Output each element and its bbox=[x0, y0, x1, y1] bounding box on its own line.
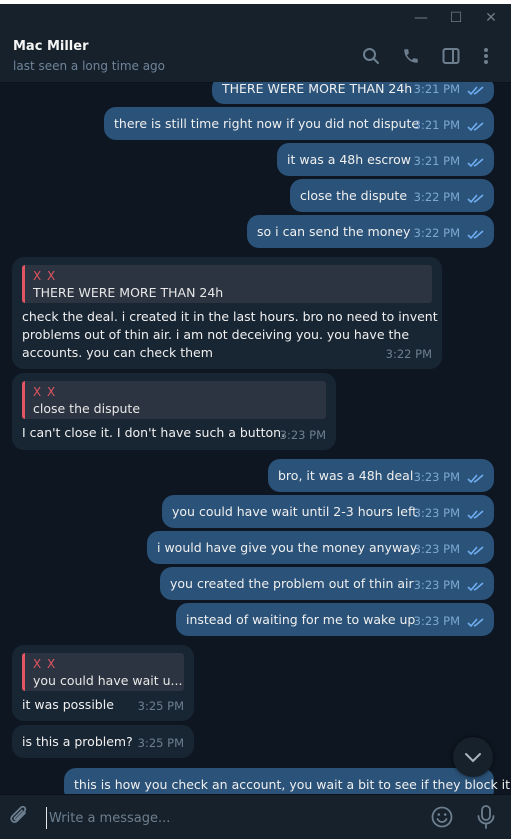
message-bubble[interactable]: so i can send the money 3:22 PM bbox=[247, 215, 494, 248]
microphone-icon[interactable] bbox=[475, 804, 497, 830]
reply-quote[interactable]: X X THERE WERE MORE THAN 24h bbox=[22, 265, 432, 303]
message-time: 3:23 PM bbox=[279, 428, 326, 442]
message-bubble[interactable]: you could have wait until 2-3 hours left… bbox=[162, 495, 494, 528]
message-text: I can't close it. I don't have such a bu… bbox=[22, 425, 286, 440]
reply-author: X X bbox=[33, 269, 57, 283]
message-text: it was a 48h escrow bbox=[287, 152, 411, 167]
message-composer bbox=[0, 794, 511, 839]
reply-quote[interactable]: X X close the dispute bbox=[22, 381, 326, 419]
message-bubble[interactable]: THERE WERE MORE THAN 24h 3:21 PM bbox=[212, 82, 494, 104]
message-list[interactable]: THERE WERE MORE THAN 24h 3:21 PM there i… bbox=[0, 82, 511, 794]
message-text: there is still time right now if you did… bbox=[114, 116, 420, 131]
scroll-to-bottom-button[interactable] bbox=[453, 737, 493, 777]
message-bubble[interactable]: close the dispute 3:22 PM bbox=[290, 179, 494, 212]
message-text: i would have give you the money anyway bbox=[157, 540, 418, 555]
message-bubble[interactable]: there is still time right now if you did… bbox=[104, 107, 494, 140]
message-text: you could have wait until 2-3 hours left bbox=[172, 504, 418, 519]
maximize-button[interactable]: ☐ bbox=[444, 7, 468, 29]
double-check-icon bbox=[467, 582, 484, 592]
message-bubble[interactable]: is this a problem? 3:25 PM bbox=[12, 725, 194, 758]
message-bubble[interactable]: X X close the dispute I can't close it. … bbox=[12, 373, 336, 450]
reply-text: close the dispute bbox=[33, 401, 141, 416]
contact-status: last seen a long time ago bbox=[13, 59, 166, 73]
emoji-icon[interactable] bbox=[430, 805, 454, 829]
message-text: is this a problem? bbox=[22, 734, 133, 749]
chevron-down-icon bbox=[465, 753, 481, 763]
message-text: bro, it was a 48h deal bbox=[278, 468, 414, 483]
double-check-icon bbox=[467, 194, 484, 204]
message-time: 3:25 PM bbox=[137, 736, 184, 750]
message-text: close the dispute bbox=[300, 188, 408, 203]
reply-author: X X bbox=[33, 385, 57, 399]
reply-quote[interactable]: X X you could have wait u... bbox=[22, 653, 184, 691]
message-time: 3:21 PM bbox=[413, 118, 460, 132]
message-time: 3:23 PM bbox=[413, 506, 460, 520]
chat-header: Mac Miller last seen a long time ago bbox=[0, 30, 511, 83]
message-text: instead of waiting for me to wake up bbox=[186, 612, 416, 627]
double-check-icon bbox=[467, 546, 484, 556]
close-button[interactable]: ✕ bbox=[479, 7, 503, 29]
double-check-icon bbox=[467, 122, 484, 132]
double-check-icon bbox=[467, 86, 484, 96]
message-time: 3:21 PM bbox=[413, 154, 460, 168]
message-time: 3:25 PM bbox=[137, 699, 184, 713]
reply-text: THERE WERE MORE THAN 24h bbox=[33, 285, 224, 300]
message-time: 3:23 PM bbox=[413, 614, 460, 628]
double-check-icon bbox=[467, 474, 484, 484]
message-text: it was possible bbox=[22, 697, 114, 712]
double-check-icon bbox=[467, 510, 484, 520]
message-text: this is how you check an account, you wa… bbox=[74, 777, 511, 792]
search-icon[interactable] bbox=[360, 45, 382, 67]
reply-author: X X bbox=[33, 657, 57, 671]
message-bubble[interactable]: it was a 48h escrow 3:21 PM bbox=[277, 143, 494, 176]
message-time: 3:22 PM bbox=[413, 190, 460, 204]
double-check-icon bbox=[467, 158, 484, 168]
message-text: problems out of thin air. i am not decei… bbox=[22, 327, 410, 342]
message-bubble[interactable]: this is how you check an account, you wa… bbox=[64, 768, 510, 794]
attach-icon[interactable] bbox=[9, 805, 31, 829]
message-input[interactable] bbox=[46, 807, 411, 829]
more-options-icon[interactable] bbox=[475, 45, 497, 67]
message-time: 3:22 PM bbox=[413, 226, 460, 240]
phone-icon[interactable] bbox=[400, 45, 422, 67]
message-bubble[interactable]: instead of waiting for me to wake up 3:2… bbox=[176, 603, 494, 636]
double-check-icon bbox=[467, 230, 484, 240]
message-bubble[interactable]: X X THERE WERE MORE THAN 24h check the d… bbox=[12, 257, 442, 369]
window-title-bar: — ☐ ✕ bbox=[0, 0, 511, 30]
double-check-icon bbox=[467, 618, 484, 628]
reply-text: you could have wait u... bbox=[33, 673, 183, 688]
message-time: 3:23 PM bbox=[413, 470, 460, 484]
message-text: accounts. you can check them bbox=[22, 345, 213, 360]
message-time: 3:22 PM bbox=[385, 347, 432, 361]
message-time: 3:21 PM bbox=[413, 82, 460, 96]
message-time: 3:23 PM bbox=[413, 542, 460, 556]
contact-name[interactable]: Mac Miller bbox=[13, 39, 88, 54]
message-bubble[interactable]: bro, it was a 48h deal 3:23 PM bbox=[268, 459, 494, 492]
message-bubble[interactable]: i would have give you the money anyway 3… bbox=[147, 531, 494, 564]
message-text: check the deal. i created it in the last… bbox=[22, 309, 438, 324]
message-text: you created the problem out of thin air bbox=[170, 576, 414, 591]
sidebar-toggle-icon[interactable] bbox=[440, 45, 462, 67]
message-text: THERE WERE MORE THAN 24h bbox=[222, 82, 413, 96]
message-bubble[interactable]: you created the problem out of thin air … bbox=[160, 567, 494, 600]
minimize-button[interactable]: — bbox=[409, 7, 433, 29]
message-time: 3:23 PM bbox=[413, 578, 460, 592]
message-bubble[interactable]: X X you could have wait u... it was poss… bbox=[12, 645, 194, 721]
message-text: so i can send the money bbox=[257, 224, 411, 239]
